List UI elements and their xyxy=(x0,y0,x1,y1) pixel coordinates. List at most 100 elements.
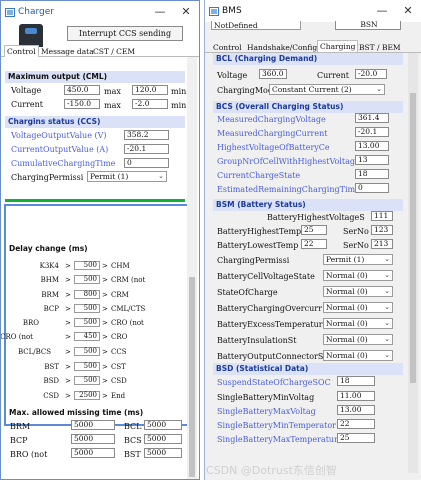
missing-input[interactable]: 5000 xyxy=(71,434,115,444)
delay-input[interactable]: 500 xyxy=(74,347,100,356)
delay-input[interactable]: 450 xyxy=(74,332,100,341)
missing-label: BCS xyxy=(124,436,142,445)
missing-input[interactable]: 5000 xyxy=(144,448,182,458)
tab-control[interactable]: Control xyxy=(4,45,39,57)
bsd-field[interactable]: 18 xyxy=(337,376,375,386)
delay-input[interactable]: 500 xyxy=(74,318,100,327)
delay-input[interactable]: 800 xyxy=(74,290,100,299)
bsd-label: SuspendStateOfChargeSOC xyxy=(217,378,331,387)
missing-input[interactable]: 5000 xyxy=(144,434,182,444)
scrollbar-thumb[interactable] xyxy=(189,277,195,477)
scrollbar-thumb[interactable] xyxy=(410,93,416,383)
missing-input[interactable]: 5000 xyxy=(71,448,115,458)
charger-window: Charger — ✕ Interrupt CCS sending Contro… xyxy=(0,0,200,480)
bcl-current-input[interactable]: -20.0 xyxy=(355,69,387,79)
voltage-output-label: VoltageOutputValue (V) xyxy=(11,131,107,140)
bsm-select-label: BatteryExcessTemperatur xyxy=(217,320,323,329)
close-icon[interactable]: ✕ xyxy=(395,0,421,22)
charging-permission-label: ChargingPermissi xyxy=(11,173,84,182)
bcs-field[interactable]: 13.00 xyxy=(355,141,389,151)
delay-input[interactable]: 500 xyxy=(74,362,100,371)
top-field[interactable]: BSN xyxy=(335,21,401,30)
highest-voltage-field[interactable]: 111 xyxy=(371,211,393,221)
arrow-icon: > xyxy=(102,348,108,356)
bsm-select[interactable]: Normal (0) ⌄ xyxy=(323,270,393,281)
arrow-icon: > xyxy=(65,333,71,341)
delay-input[interactable]: 500 xyxy=(74,304,100,313)
arrow-icon: > xyxy=(102,392,108,400)
close-icon[interactable]: ✕ xyxy=(173,1,199,23)
highest-temp-field[interactable]: 25 xyxy=(301,225,327,235)
bsm-select[interactable]: Normal (0) ⌄ xyxy=(323,350,393,361)
tab-message-data[interactable]: Message data xyxy=(39,46,96,58)
bcl-voltage-input[interactable]: 360.0 xyxy=(259,69,287,79)
missing-input[interactable]: 5000 xyxy=(71,420,115,430)
bsm-select[interactable]: Permit (1) ⌄ xyxy=(323,254,393,265)
bcs-label: MeasuredChargingCurrent xyxy=(217,129,328,138)
interrupt-ccs-button[interactable]: Interrupt CCS sending xyxy=(67,26,183,41)
arrow-icon: > xyxy=(102,319,108,327)
bsm-select-label: BatteryInsulationSt xyxy=(217,336,297,345)
bms-scrollbar[interactable] xyxy=(408,53,418,473)
app-icon xyxy=(5,7,15,17)
delay-input[interactable]: 500 xyxy=(74,261,100,270)
bsd-field[interactable]: 11.00 xyxy=(337,391,375,401)
delay-input[interactable]: 2500 xyxy=(74,391,100,400)
bsm-select[interactable]: Normal (0) ⌄ xyxy=(323,318,393,329)
bcs-field[interactable]: 18 xyxy=(355,169,389,179)
missing-label: BRM xyxy=(10,422,31,431)
top-select-value: NotDefined xyxy=(214,21,258,30)
charging-permission-select[interactable]: Permit (1) ⌄ xyxy=(87,171,167,182)
arrow-icon: > xyxy=(102,363,108,371)
delay-input[interactable]: 500 xyxy=(74,275,100,284)
bcs-label: HighestVoltageOfBatteryCe xyxy=(217,143,330,152)
chevron-down-icon: ⌄ xyxy=(384,351,390,359)
charger-scrollbar[interactable] xyxy=(187,57,197,479)
voltage-max-input[interactable]: 450.0 xyxy=(64,85,100,95)
voltage-output-field[interactable]: 358.2 xyxy=(124,130,169,140)
min-label: min xyxy=(171,101,187,110)
device-screen xyxy=(25,28,37,34)
bcl-voltage-label: Voltage xyxy=(217,71,248,80)
missing-input[interactable]: 5000 xyxy=(144,420,182,430)
bsm-select[interactable]: Normal (0) ⌄ xyxy=(323,334,393,345)
bsm-select-label: ChargingPermissi xyxy=(217,256,290,265)
delay-source: BST xyxy=(44,363,59,371)
bsd-field[interactable]: 25 xyxy=(337,433,375,443)
bsm-select-label: BatteryOutputConnectorS xyxy=(217,352,324,361)
current-min-input[interactable]: -2.0 xyxy=(132,99,168,109)
bcs-field[interactable]: -20.1 xyxy=(355,127,389,137)
sernr-field[interactable]: 213 xyxy=(371,239,393,249)
window-title: BMS xyxy=(222,6,242,16)
bcs-field[interactable]: 13 xyxy=(355,155,389,165)
cumulative-time-field[interactable]: 0 xyxy=(124,158,169,168)
bcs-field[interactable]: 0 xyxy=(355,183,389,193)
voltage-min-input[interactable]: 120.0 xyxy=(132,85,168,95)
missing-label: BCP xyxy=(10,436,28,445)
arrow-icon: > xyxy=(102,377,108,385)
highest-voltage-label: BatteryHighestVoltageS xyxy=(267,213,365,222)
minimize-icon[interactable]: — xyxy=(147,1,173,23)
delay-dest: CRM (not xyxy=(111,276,146,284)
missing-label: BRO (not xyxy=(10,450,48,459)
bsm-select[interactable]: Normal (0) ⌄ xyxy=(323,302,393,313)
sernr-field[interactable]: 123 xyxy=(371,225,393,235)
tab-cst-cem[interactable]: CST / CEM xyxy=(91,46,137,58)
bsd-field[interactable]: 13.00 xyxy=(337,405,375,415)
bms-titlebar: BMS — ✕ xyxy=(205,0,421,22)
charging-mode-select[interactable]: Constant Current (2) ⌄ xyxy=(269,84,385,95)
bsd-field[interactable]: 22 xyxy=(337,419,375,429)
current-max-input[interactable]: -150.0 xyxy=(64,99,100,109)
arrow-icon: > xyxy=(65,305,71,313)
delay-dest: CSD xyxy=(111,377,127,385)
delay-input[interactable]: 500 xyxy=(74,376,100,385)
minimize-icon[interactable]: — xyxy=(369,0,395,22)
tab-charging[interactable]: Charging xyxy=(317,40,359,52)
top-select[interactable]: NotDefined xyxy=(211,21,301,30)
lowest-temp-field[interactable]: 22 xyxy=(301,239,327,249)
bcl-header: BCL (Charging Demand) xyxy=(213,53,403,65)
charger-device-image xyxy=(19,24,43,47)
current-output-field[interactable]: -20.1 xyxy=(124,144,169,154)
bsm-select[interactable]: Normal (0) ⌄ xyxy=(323,286,393,297)
bcs-field[interactable]: 361.4 xyxy=(355,113,389,123)
